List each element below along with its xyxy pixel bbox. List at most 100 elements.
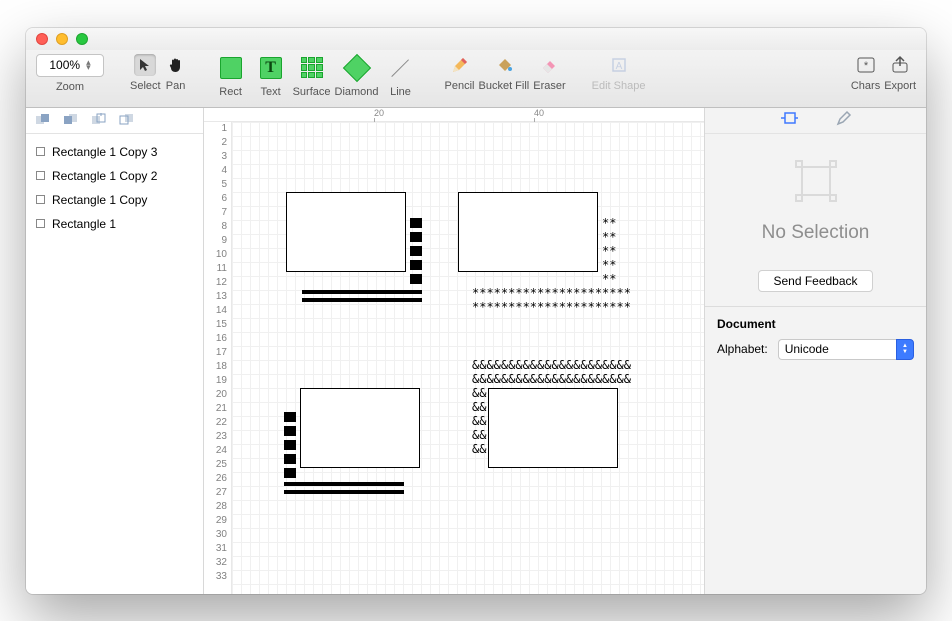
export-label: Export: [884, 80, 916, 92]
no-selection-label: No Selection: [762, 222, 870, 243]
shape-tools-group: Rect TText Surface Diamond Line: [213, 54, 419, 98]
canvas-area: 20 40 1234567891011121314151617181920212…: [204, 108, 704, 594]
gutter-row: 22: [204, 416, 227, 430]
layer-label: Rectangle 1 Copy: [52, 193, 147, 207]
alphabet-select[interactable]: Unicode ▲▼: [778, 339, 914, 360]
zoom-group: 100% ▴▾ Zoom: [36, 54, 104, 93]
rect-label: Rect: [219, 86, 242, 98]
zoom-stepper[interactable]: 100% ▴▾: [36, 54, 104, 77]
nav-tools-group: Select Pan: [130, 54, 187, 92]
eraser-tool-button[interactable]: [538, 54, 560, 76]
gutter-row: 11: [204, 262, 227, 276]
shadow-block: [284, 482, 404, 486]
no-selection-state: No Selection: [705, 134, 926, 262]
gutter-row: 6: [204, 192, 227, 206]
bring-forward-icon: [91, 113, 107, 127]
layer-item[interactable]: Rectangle 1 Copy 2: [30, 164, 199, 188]
text-icon: T: [260, 57, 282, 79]
gutter-row: 10: [204, 248, 227, 262]
tab-geometry[interactable]: [780, 110, 798, 131]
layers-sidebar: Rectangle 1 Copy 3 Rectangle 1 Copy 2 Re…: [26, 108, 204, 594]
gutter-row: 15: [204, 318, 227, 332]
pan-tool-button[interactable]: [165, 54, 187, 76]
diamond-icon: [342, 53, 370, 81]
draw-tools-group: Pencil Bucket Fill Eraser: [445, 54, 566, 92]
body: Rectangle 1 Copy 3 Rectangle 1 Copy 2 Re…: [26, 108, 926, 594]
text-label: Text: [260, 86, 280, 98]
app-window: 100% ▴▾ Zoom Select Pan: [26, 28, 926, 594]
geometry-icon: [780, 110, 798, 126]
surface-tool-button[interactable]: [294, 54, 330, 82]
gutter-row: 29: [204, 514, 227, 528]
rect-shape[interactable]: [286, 192, 406, 272]
document-heading: Document: [717, 317, 914, 331]
visibility-toggle[interactable]: [36, 147, 45, 156]
gutter-row: 25: [204, 458, 227, 472]
gutter-row: 2: [204, 136, 227, 150]
bring-forward-button[interactable]: [88, 111, 110, 129]
rect-tool-button[interactable]: [213, 54, 249, 82]
gutter-row: 17: [204, 346, 227, 360]
shadow-block: [302, 290, 422, 294]
gutter-row: 9: [204, 234, 227, 248]
layer-label: Rectangle 1 Copy 3: [52, 145, 157, 159]
send-backward-icon: [119, 113, 135, 127]
gutter-row: 12: [204, 276, 227, 290]
window-minimize-button[interactable]: [56, 33, 68, 45]
canvas-wrap: 20 40 1234567891011121314151617181920212…: [204, 108, 704, 594]
bring-front-icon: [35, 113, 51, 127]
visibility-toggle[interactable]: [36, 219, 45, 228]
send-feedback-button[interactable]: Send Feedback: [758, 270, 872, 292]
zoom-label: Zoom: [56, 81, 84, 93]
inspector-tabs: [705, 108, 926, 134]
gutter-row: 30: [204, 528, 227, 542]
send-backward-button[interactable]: [116, 111, 138, 129]
visibility-toggle[interactable]: [36, 171, 45, 180]
layer-item[interactable]: Rectangle 1: [30, 212, 199, 236]
alphabet-row: Alphabet: Unicode ▲▼: [717, 339, 914, 360]
visibility-toggle[interactable]: [36, 195, 45, 204]
svg-text:*: *: [863, 60, 868, 72]
bring-front-button[interactable]: [32, 111, 54, 129]
select-tool-button[interactable]: [134, 54, 156, 76]
line-tool-button[interactable]: [383, 54, 419, 82]
pencil-label: Pencil: [445, 80, 475, 92]
surface-icon: [301, 57, 323, 79]
diamond-tool-button[interactable]: [339, 54, 375, 82]
rect-shape[interactable]: [300, 388, 420, 468]
bucket-icon: [494, 55, 514, 75]
window-close-button[interactable]: [36, 33, 48, 45]
rect-shape[interactable]: [488, 388, 618, 468]
pencil-icon: [450, 55, 470, 75]
pencil-outline-icon: [836, 110, 852, 126]
rect-shape[interactable]: [458, 192, 598, 272]
shadow-block: [284, 490, 404, 494]
layer-list[interactable]: Rectangle 1 Copy 3 Rectangle 1 Copy 2 Re…: [26, 134, 203, 594]
text-tool-button[interactable]: T: [253, 54, 289, 82]
select-arrows-icon: ▲▼: [896, 339, 914, 360]
layer-item[interactable]: Rectangle 1 Copy: [30, 188, 199, 212]
pan-label: Pan: [166, 80, 186, 92]
gutter-row: 18: [204, 360, 227, 374]
export-button[interactable]: [889, 54, 911, 76]
window-zoom-button[interactable]: [76, 33, 88, 45]
svg-text:A: A: [615, 61, 622, 72]
horizontal-ruler: 20 40: [204, 108, 704, 122]
ascii-shadow: ********************** *****************…: [472, 286, 631, 314]
editshape-label: Edit Shape: [592, 80, 646, 92]
gutter-row: 33: [204, 570, 227, 584]
gutter-row: 8: [204, 220, 227, 234]
select-label: Select: [130, 80, 161, 92]
send-back-icon: [63, 113, 79, 127]
sidebar-toolbar: [26, 108, 203, 134]
canvas[interactable]: ** ** ** ** ** ********************** **…: [232, 122, 704, 594]
send-back-button[interactable]: [60, 111, 82, 129]
chars-button[interactable]: *: [855, 54, 877, 76]
pencil-tool-button[interactable]: [449, 54, 471, 76]
layer-item[interactable]: Rectangle 1 Copy 3: [30, 140, 199, 164]
shadow-block: [284, 412, 296, 482]
tab-style[interactable]: [836, 110, 852, 131]
line-gutter: 1234567891011121314151617181920212223242…: [204, 122, 232, 594]
bucket-tool-button[interactable]: [493, 54, 515, 76]
inspector-panel: No Selection Send Feedback Document Alph…: [704, 108, 926, 594]
